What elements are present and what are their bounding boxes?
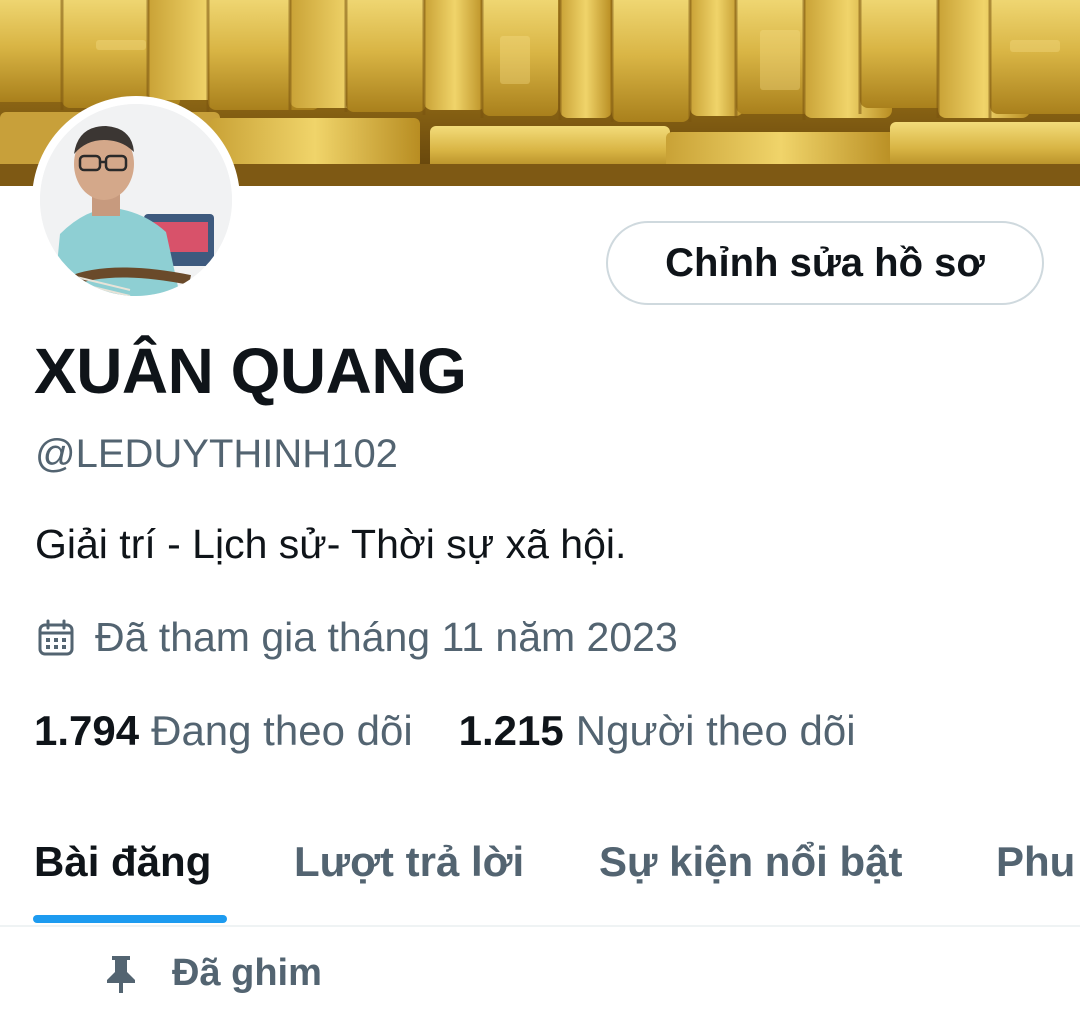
following-label: Đang theo dõi xyxy=(151,707,413,754)
avatar[interactable] xyxy=(32,96,240,304)
joined-date-text: Đã tham gia tháng 11 năm 2023 xyxy=(95,614,678,660)
user-handle: @LEDUYTHINH102 xyxy=(35,432,398,476)
profile-bio: Giải trí - Lịch sử- Thời sự xã hội. xyxy=(35,521,627,567)
active-tab-indicator xyxy=(33,915,227,923)
edit-profile-button[interactable]: Chỉnh sửa hồ sơ xyxy=(606,221,1044,305)
follow-stats: 1.794 Đang theo dõi 1.215 Người theo dõi xyxy=(34,707,856,755)
pinned-indicator: Đã ghim xyxy=(104,952,322,995)
following-count: 1.794 xyxy=(34,707,140,754)
avatar-image xyxy=(40,104,232,296)
following-link[interactable]: 1.794 Đang theo dõi xyxy=(34,707,413,755)
profile-tabs: Bài đăng Lượt trả lời Sự kiện nổi bật Ph… xyxy=(0,810,1080,927)
profile-page: Chỉnh sửa hồ sơ XUÂN QUANG @LEDUYTHINH10… xyxy=(0,0,1080,1012)
followers-label: Người theo dõi xyxy=(575,707,856,754)
pinned-label: Đã ghim xyxy=(172,952,322,994)
tab-media[interactable]: Phu xyxy=(996,838,1075,886)
followers-link[interactable]: 1.215 Người theo dõi xyxy=(459,707,856,755)
display-name: XUÂN QUANG xyxy=(34,335,467,407)
tab-highlights[interactable]: Sự kiện nổi bật xyxy=(599,838,902,886)
tab-replies[interactable]: Lượt trả lời xyxy=(294,838,524,886)
calendar-icon xyxy=(37,619,75,657)
pin-icon xyxy=(104,954,138,994)
followers-count: 1.215 xyxy=(458,707,564,754)
tab-posts[interactable]: Bài đăng xyxy=(34,838,211,886)
joined-date: Đã tham gia tháng 11 năm 2023 xyxy=(37,614,678,661)
